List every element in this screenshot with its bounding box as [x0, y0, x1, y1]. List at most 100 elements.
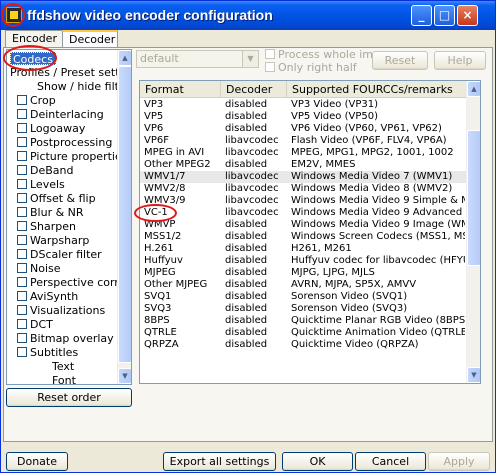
- table-row[interactable]: VP5 disabled VP5 Video (VP50): [140, 111, 467, 123]
- filter-checkbox[interactable]: [17, 193, 27, 203]
- sidebar-scrollbar[interactable]: ▲ ▼: [117, 50, 131, 384]
- filter-checkbox[interactable]: [17, 347, 27, 357]
- only-right-half-checkbox[interactable]: [265, 62, 275, 72]
- chevron-down-icon[interactable]: ▼: [242, 51, 258, 67]
- filter-checkbox[interactable]: [17, 319, 27, 329]
- table-row[interactable]: SVQ3 disabled Sorenson Video (SVQ3): [140, 303, 467, 315]
- sidebar-item[interactable]: Levels: [17, 178, 65, 191]
- close-button[interactable]: ×: [457, 5, 478, 26]
- table-row[interactable]: WMV3/9 libavcodec Windows Media Video 9 Si…: [140, 195, 467, 207]
- table-row[interactable]: MPEG in AVI libavcodec MPEG, MPG1, MPG2, 1…: [140, 147, 467, 159]
- ok-button[interactable]: OK: [282, 452, 353, 471]
- scroll-thumb[interactable]: [118, 66, 131, 363]
- minimize-button[interactable]: _: [411, 5, 432, 26]
- sidebar-item[interactable]: DScaler filter: [17, 248, 102, 261]
- filter-checkbox[interactable]: [17, 277, 27, 287]
- sidebar-item[interactable]: Blur & NR: [17, 206, 84, 219]
- sidebar-item[interactable]: Crop: [17, 94, 56, 107]
- sidebar-item[interactable]: Visualizations: [17, 304, 105, 317]
- column-header-format[interactable]: Format: [140, 81, 221, 98]
- sidebar-item[interactable]: Noise: [17, 262, 61, 275]
- maximize-button[interactable]: □: [434, 5, 455, 26]
- filter-checkbox[interactable]: [17, 263, 27, 273]
- table-scrollbar[interactable]: ▲ ▼: [466, 81, 480, 383]
- donate-button[interactable]: Donate: [6, 452, 68, 471]
- table-row[interactable]: VP6 disabled VP6 Video (VP60, VP61, VP62): [140, 123, 467, 135]
- filter-checkbox[interactable]: [17, 165, 27, 175]
- filter-checkbox[interactable]: [17, 305, 27, 315]
- reset-order-button[interactable]: Reset order: [6, 388, 132, 407]
- sidebar-item[interactable]: AviSynth: [17, 290, 78, 303]
- table-row[interactable]: VC-1 libavcodec Windows Media Video 9 Adva…: [140, 207, 467, 219]
- sidebar-item[interactable]: DeBand: [17, 164, 73, 177]
- filter-checkbox[interactable]: [17, 333, 27, 343]
- apply-button[interactable]: Apply: [428, 452, 490, 471]
- table-row[interactable]: H.261 disabled H261, M261: [140, 243, 467, 255]
- process-whole-image-checkbox[interactable]: [265, 49, 275, 59]
- sidebar-item[interactable]: Codecs: [10, 52, 56, 66]
- sidebar-item[interactable]: Warpsharp: [17, 234, 89, 247]
- sidebar-item[interactable]: Picture properties: [17, 150, 127, 163]
- cancel-button[interactable]: Cancel: [355, 452, 426, 471]
- table-row[interactable]: 8BPS disabled Quicktime Planar RGB Video (…: [140, 315, 467, 327]
- help-button[interactable]: Help: [434, 51, 486, 70]
- tab-encoder[interactable]: Encoder: [5, 30, 63, 47]
- table-row[interactable]: MSS1/2 disabled Windows Screen Codecs (MSS…: [140, 231, 467, 243]
- table-row[interactable]: WMV2/8 libavcodec Windows Media Video 8 (W…: [140, 183, 467, 195]
- table-row[interactable]: QRPZA disabled Quicktime Video (QRPZA): [140, 339, 467, 351]
- filter-checkbox[interactable]: [17, 235, 27, 245]
- sidebar-item[interactable]: Sharpen: [17, 220, 76, 233]
- sidebar-item[interactable]: Perspective corr.: [17, 276, 121, 289]
- column-header-remarks[interactable]: Supported FOURCCs/remarks: [287, 81, 467, 98]
- table-row[interactable]: SVQ1 disabled Sorenson Video (SVQ1): [140, 291, 467, 303]
- sidebar-item[interactable]: Font: [52, 374, 76, 384]
- table-row[interactable]: MJPEG disabled MJPG, LJPG, MJLS: [140, 267, 467, 279]
- sidebar-item[interactable]: Bitmap overlay: [17, 332, 114, 345]
- scroll-thumb[interactable]: [467, 130, 480, 266]
- table-row[interactable]: QTRLE disabled Quicktime Animation Video (…: [140, 327, 467, 339]
- export-all-settings-button[interactable]: Export all settings: [163, 452, 276, 471]
- preset-select[interactable]: default ▼: [136, 50, 259, 68]
- table-row[interactable]: VP6F libavcodec Flash Video (VP6F, FLV4, V…: [140, 135, 467, 147]
- table-row[interactable]: Other MPEG2 disabled EM2V, MMES: [140, 159, 467, 171]
- sidebar-item[interactable]: Subtitles: [17, 346, 78, 359]
- scroll-up-icon[interactable]: ▲: [118, 50, 131, 66]
- sidebar-item-label: Warpsharp: [30, 234, 90, 247]
- tab-decoder[interactable]: Decoder: [62, 30, 118, 48]
- filter-checkbox[interactable]: [17, 137, 27, 147]
- table-row[interactable]: WMVP disabled Windows Media Video 9 Image …: [140, 219, 467, 231]
- table-row[interactable]: Huffyuv disabled Huffyuv codec for libavco…: [140, 255, 467, 267]
- column-header-decoder[interactable]: Decoder: [221, 81, 287, 98]
- filter-checkbox[interactable]: [17, 123, 27, 133]
- sidebar-item-label: Bitmap overlay: [30, 332, 114, 345]
- sidebar-item[interactable]: Deinterlacing: [17, 108, 104, 121]
- filter-checkbox[interactable]: [17, 249, 27, 259]
- codecs-table[interactable]: Format Decoder Supported FOURCCs/remarks…: [139, 80, 481, 384]
- filter-checkbox[interactable]: [17, 109, 27, 119]
- sidebar-item[interactable]: Text: [52, 360, 74, 373]
- filter-checkbox[interactable]: [17, 221, 27, 231]
- ffdshow-app-icon[interactable]: [6, 7, 22, 23]
- reset-button[interactable]: Reset: [372, 51, 428, 70]
- table-row[interactable]: VP3 disabled VP3 Video (VP31): [140, 99, 467, 111]
- filter-checkbox[interactable]: [17, 179, 27, 189]
- filter-list[interactable]: Codecs Profiles / Preset settings Show / h…: [6, 49, 132, 385]
- filter-checkbox[interactable]: [17, 151, 27, 161]
- table-row[interactable]: WMV1/7 libavcodec Windows Media Video 7 (W…: [140, 171, 467, 183]
- sidebar-item[interactable]: Offset & flip: [17, 192, 96, 205]
- filter-checkbox[interactable]: [17, 291, 27, 301]
- filter-checkbox[interactable]: [17, 207, 27, 217]
- only-right-half-option[interactable]: Only right half: [265, 61, 357, 74]
- filter-checkbox[interactable]: [17, 95, 27, 105]
- scroll-up-icon[interactable]: ▲: [467, 81, 480, 97]
- sidebar-item[interactable]: Profiles / Preset settings: [10, 66, 131, 79]
- scroll-down-icon[interactable]: ▼: [467, 367, 480, 383]
- cell-format: VP6F: [144, 135, 169, 146]
- sidebar-item[interactable]: Postprocessing: [17, 136, 112, 149]
- title-bar[interactable]: ffdshow video encoder configuration _ □ …: [1, 1, 495, 30]
- table-row[interactable]: Other MJPEG disabled AVRN, MJPA, SP5X, AMV…: [140, 279, 467, 291]
- scroll-down-icon[interactable]: ▼: [118, 368, 131, 384]
- sidebar-item[interactable]: DCT: [17, 318, 53, 331]
- sidebar-item[interactable]: Logoaway: [17, 122, 85, 135]
- cell-format: MSS1/2: [144, 231, 182, 242]
